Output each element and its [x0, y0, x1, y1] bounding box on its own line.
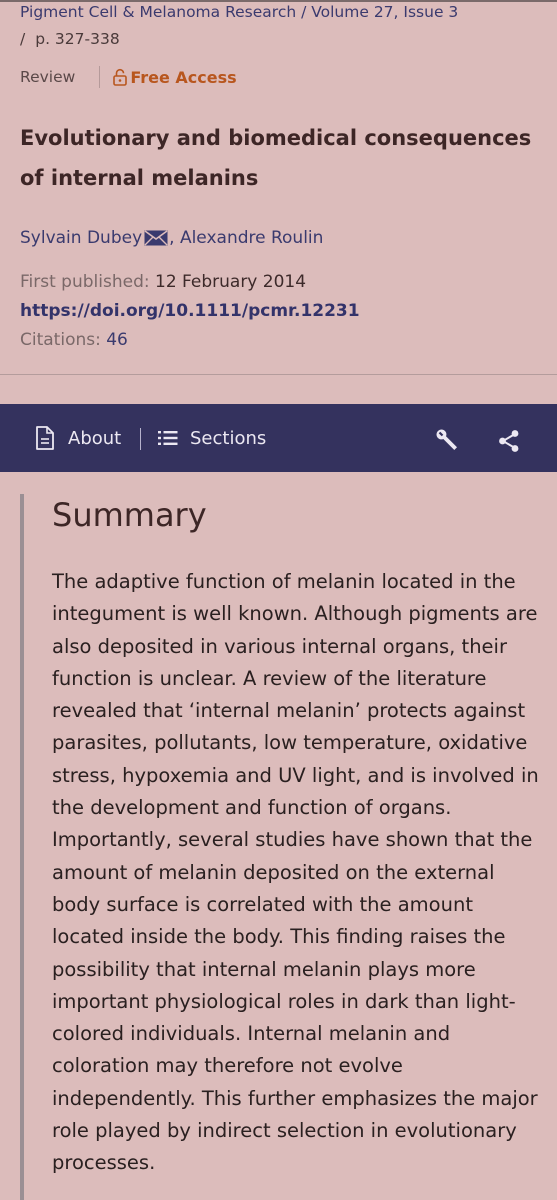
doi-link[interactable]: https://doi.org/10.1111/pcmr.12231 — [20, 301, 360, 321]
top-border — [0, 0, 557, 2]
citations-row: Citations: 46 — [20, 330, 128, 350]
article-type-label: Review — [20, 68, 76, 86]
wrench-icon[interactable] — [433, 426, 461, 454]
first-published-label: First published: — [20, 272, 150, 292]
type-divider — [99, 66, 101, 88]
document-icon — [34, 425, 56, 451]
journal-breadcrumb-link[interactable]: Pigment Cell & Melanoma Research / Volum… — [20, 3, 458, 21]
first-published-date: 12 February 2014 — [155, 272, 307, 292]
author-link-dubey[interactable]: Sylvain Dubey — [20, 228, 142, 248]
summary-text: The adaptive function of melanin located… — [52, 570, 539, 1175]
list-icon — [158, 430, 178, 446]
author-link-roulin[interactable]: Alexandre Roulin — [180, 228, 323, 248]
author-list: Sylvain Dubey , Alexandre Roulin — [20, 228, 323, 248]
author-separator: , — [169, 228, 180, 248]
sections-button[interactable]: Sections — [158, 404, 266, 472]
page-range-text: p. 327-338 — [35, 30, 120, 48]
breadcrumb-separator: / — [20, 30, 26, 48]
page-range: / p. 327-338 — [20, 30, 120, 48]
about-label: About — [68, 427, 122, 449]
envelope-icon[interactable] — [144, 230, 168, 246]
article-title: Evolutionary and biomedical consequences… — [20, 126, 532, 190]
open-lock-icon — [112, 68, 128, 86]
citations-label: Citations: — [20, 330, 101, 350]
sections-label: Sections — [190, 427, 267, 449]
toolbar-divider — [140, 428, 141, 450]
citations-count-link[interactable]: 46 — [106, 330, 128, 350]
header-divider — [0, 374, 557, 375]
about-button[interactable]: About — [34, 404, 121, 472]
article-page: Pigment Cell & Melanoma Research / Volum… — [0, 0, 557, 1200]
share-icon[interactable] — [496, 428, 522, 454]
free-access-badge: Free Access — [130, 67, 237, 87]
article-type-row: Review Free Access — [20, 66, 237, 88]
summary-heading: Summary — [52, 496, 207, 534]
first-published-row: First published: 12 February 2014 — [20, 272, 306, 292]
article-toolbar: About Sections — [0, 404, 557, 472]
abstract-section: Summary The adaptive function of melanin… — [20, 494, 557, 1200]
